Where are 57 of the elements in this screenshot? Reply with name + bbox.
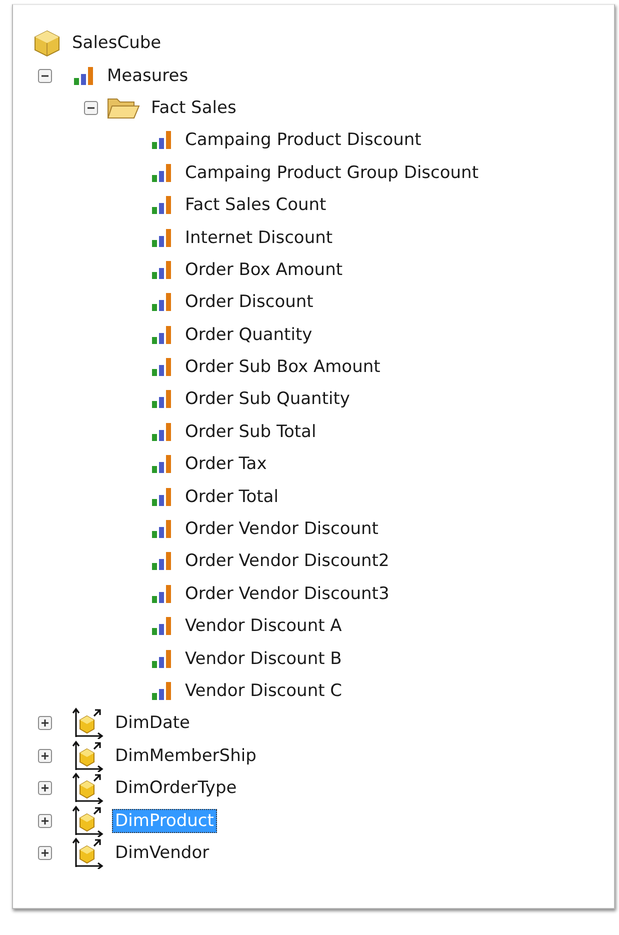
tree-item[interactable]: Fact Sales Count	[182, 193, 330, 218]
collapse-icon[interactable]	[84, 100, 98, 115]
tree-item[interactable]: SalesCube	[69, 31, 164, 56]
bar-chart-icon	[150, 228, 174, 248]
tree-item[interactable]: Vendor Discount B	[182, 646, 345, 671]
dimension-icon	[72, 772, 104, 804]
tree-item[interactable]: Order Sub Box Amount	[182, 355, 384, 380]
bar-chart-icon	[150, 422, 174, 442]
bar-chart-icon	[150, 648, 174, 669]
tree-item[interactable]: Campaing Product Group Discount	[182, 160, 482, 185]
bar-chart-icon	[150, 486, 174, 507]
bar-chart-icon	[150, 162, 174, 183]
tree-item[interactable]: Order Vendor Discount2	[182, 549, 392, 574]
tree-item[interactable]: DimOrderType	[112, 776, 240, 800]
bar-chart-icon	[150, 195, 174, 216]
bar-chart-icon	[150, 357, 174, 378]
bar-chart-icon	[150, 324, 174, 345]
tree-item[interactable]: Internet Discount	[182, 226, 336, 250]
expand-icon[interactable]	[38, 814, 52, 828]
bar-chart-icon	[150, 616, 174, 636]
tree-item[interactable]: Order Vendor Discount3	[182, 582, 392, 606]
tree-item[interactable]: Campaing Product Discount	[182, 128, 424, 152]
bar-chart-icon	[150, 389, 174, 410]
tree-item[interactable]: Order Tax	[182, 452, 270, 476]
tree-item[interactable]: Order Discount	[182, 290, 316, 314]
tree-item[interactable]: Fact Sales	[148, 96, 240, 120]
tree-item[interactable]: Measures	[104, 64, 192, 88]
dimension-icon	[72, 804, 104, 837]
tree-item[interactable]: Order Box Amount	[182, 258, 346, 282]
tree-item[interactable]: Order Sub Total	[182, 420, 320, 444]
tree-item[interactable]: Vendor Discount A	[182, 614, 345, 638]
dimension-icon	[72, 740, 104, 772]
tree-item[interactable]: Order Total	[182, 484, 282, 509]
bar-chart-icon	[150, 130, 174, 150]
bar-chart-icon	[150, 292, 174, 312]
tree-item[interactable]: Order Vendor Discount	[182, 517, 382, 542]
cube-icon	[33, 29, 61, 58]
expand-icon[interactable]	[38, 781, 52, 796]
bar-chart-icon	[150, 260, 174, 280]
tree-item[interactable]: DimVendor	[112, 840, 212, 865]
tree-item[interactable]: Vendor Discount C	[182, 679, 346, 703]
dimension-icon	[72, 707, 104, 740]
expand-icon[interactable]	[38, 748, 52, 763]
collapse-icon[interactable]	[38, 68, 52, 83]
bar-chart-icon	[150, 519, 174, 540]
bar-chart-icon	[150, 584, 174, 604]
bar-chart-icon	[150, 681, 174, 701]
bar-chart-icon	[150, 551, 174, 572]
tree-item[interactable]: DimDate	[112, 711, 194, 736]
expand-icon[interactable]	[38, 846, 52, 860]
bar-chart-icon	[150, 454, 174, 474]
bar-chart-icon	[72, 66, 96, 86]
tree-item[interactable]: Order Sub Quantity	[182, 387, 353, 412]
tree-item[interactable]: Order Quantity	[182, 322, 316, 347]
tree-item[interactable]: DimMemberShip	[112, 744, 260, 768]
expand-icon[interactable]	[38, 716, 52, 730]
dimension-icon	[72, 836, 104, 869]
